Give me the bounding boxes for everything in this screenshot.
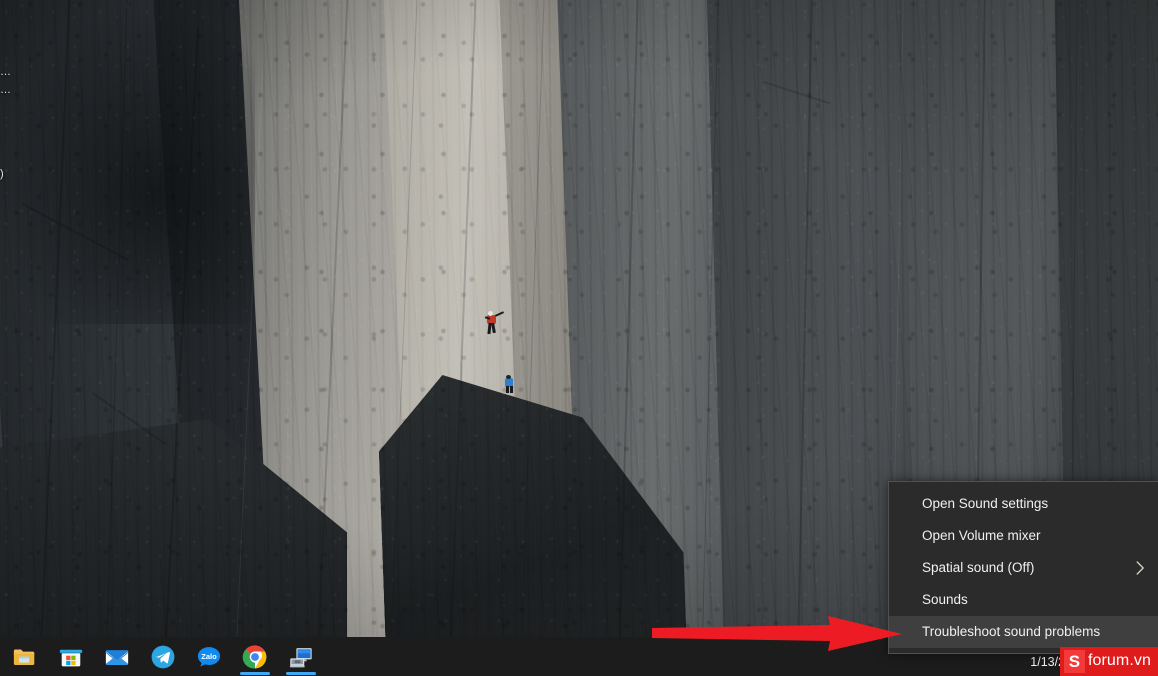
microsoft-store-icon	[59, 649, 83, 666]
desktop-screen: … … ) Open Sound settings Open Volume mi…	[0, 0, 1158, 676]
menu-item-label: Open Sound settings	[922, 496, 1049, 511]
folder-icon	[13, 648, 35, 665]
menu-item-troubleshoot-sound-problems[interactable]: Troubleshoot sound problems	[889, 616, 1158, 648]
desktop-icon-fragment[interactable]: …	[0, 84, 11, 96]
running-indicator	[240, 672, 270, 675]
volume-tray-context-menu[interactable]: Open Sound settings Open Volume mixer Sp…	[888, 481, 1158, 654]
desktop-icon-fragment[interactable]: …	[0, 66, 11, 78]
zalo-icon: Zalo	[197, 646, 221, 667]
menu-item-label: Sounds	[922, 592, 968, 607]
menu-item-open-sound-settings[interactable]: Open Sound settings	[889, 488, 1158, 520]
climber-red	[483, 309, 505, 335]
menu-item-label: Open Volume mixer	[922, 528, 1041, 543]
desktop-icon-fragment[interactable]: )	[0, 168, 4, 180]
menu-item-spatial-sound[interactable]: Spatial sound (Off)	[889, 552, 1158, 584]
menu-item-open-volume-mixer[interactable]: Open Volume mixer	[889, 520, 1158, 552]
menu-item-sounds[interactable]: Sounds	[889, 584, 1158, 616]
running-indicator	[286, 672, 316, 675]
taskbar-item-mail[interactable]	[94, 637, 140, 676]
menu-item-label: Spatial sound (Off)	[922, 560, 1035, 575]
menu-item-label: Troubleshoot sound problems	[922, 624, 1101, 639]
taskbar-item-telegram[interactable]	[140, 637, 186, 676]
taskbar-item-file-explorer[interactable]	[2, 637, 48, 676]
taskbar-item-zalo[interactable]: Zalo	[186, 637, 232, 676]
chevron-right-icon	[1136, 552, 1145, 584]
svg-text:Zalo: Zalo	[201, 652, 217, 661]
mail-icon	[105, 649, 129, 665]
watermark-badge-letter: S	[1063, 650, 1085, 673]
taskbar-item-remote-desktop[interactable]	[278, 637, 324, 676]
sforum-watermark: S forum.vn	[1059, 647, 1158, 676]
taskbar-item-microsoft-store[interactable]	[48, 637, 94, 676]
chrome-icon	[242, 645, 267, 668]
taskbar-item-google-chrome[interactable]	[232, 637, 278, 676]
watermark-text: forum.vn	[1087, 652, 1151, 669]
remote-desktop-icon	[289, 647, 312, 667]
taskbar-pinned-items: Zalo	[0, 637, 324, 676]
climber-blue	[503, 375, 517, 393]
telegram-icon	[151, 645, 175, 668]
